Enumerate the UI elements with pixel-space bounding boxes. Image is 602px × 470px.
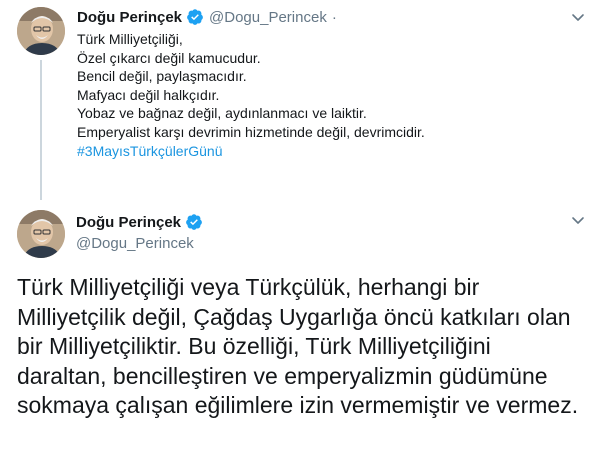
tweet-line: Türk Milliyetçiliği, [77,31,183,47]
tweet-line: Bencil değil, paylaşmacıdır. [77,68,247,85]
author-name[interactable]: Doğu Perinçek [76,214,181,231]
reply-tweet-text: Türk Milliyetçiliği, Özel çıkarcı değil … [77,30,425,160]
separator-dot: · [331,8,337,26]
tweet-line: Türk Milliyetçiliği veya Türkçülük, herh… [17,274,480,300]
chevron-down-icon[interactable] [570,212,586,228]
hashtag-link[interactable]: #3MayısTürkçülerGünü [77,143,223,159]
tweet-line: Emperyalist karşı devrimin hizmetinde de… [77,123,425,140]
tweet-header: Doğu Perinçek [76,213,203,231]
verified-badge-icon [185,213,203,231]
author-name[interactable]: Doğu Perinçek [77,9,182,26]
avatar[interactable] [17,210,65,258]
tweet-line: daraltan, bencilleştiren ve emperyalizmi… [17,362,548,389]
author-handle[interactable]: @Dogu_Perincek [209,9,327,26]
tweet-line: sokmaya çalışan eğilimlere izin vermemiş… [17,392,579,418]
avatar-image [17,7,65,55]
tweet-header: Doğu Perinçek @Dogu_Perincek · [77,8,337,26]
tweet-line: Mafyacı değil halkçıdır. [77,86,220,103]
avatar[interactable] [17,7,65,55]
tweet-line: Özel çıkarcı değil kamucudur. [77,49,261,66]
tweet-line: Yobaz ve bağnaz değil, aydınlanmacı ve l… [77,105,367,122]
thread-connector-line [40,60,42,200]
chevron-down-icon[interactable] [570,9,586,25]
verified-badge-icon [186,8,204,26]
tweet-line: Milliyetçilik değil, Çağdaş Uygarlığa ön… [17,303,571,330]
avatar-image [17,210,65,258]
tweet-line: bir Milliyetçiliktir. Bu özelliği, Türk … [17,333,491,359]
main-tweet-text: Türk Milliyetçiliği veya Türkçülük, herh… [17,273,592,421]
author-handle[interactable]: @Dogu_Perincek [76,235,194,252]
